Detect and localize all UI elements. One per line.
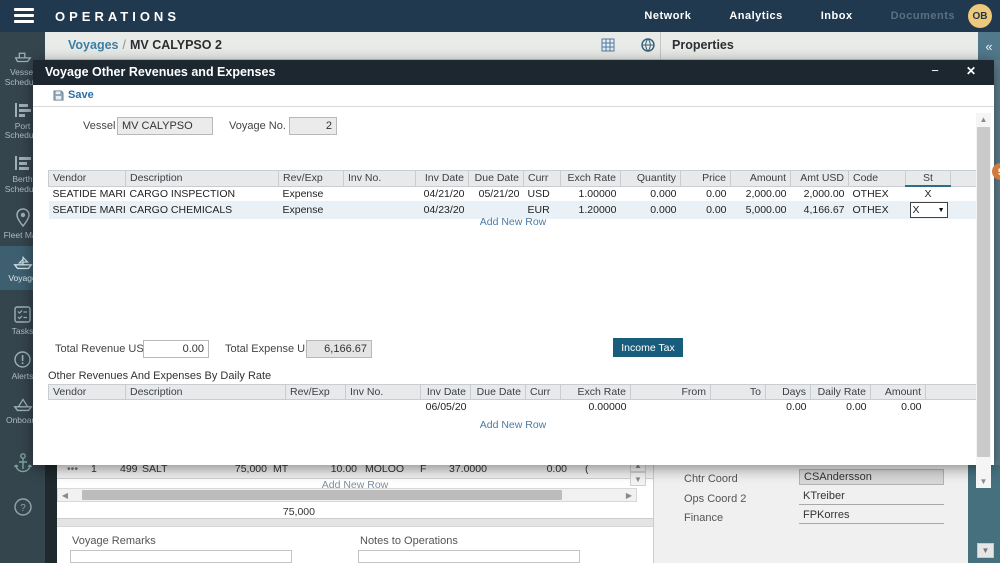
globe-icon[interactable]: [640, 37, 656, 53]
operations-app: OPERATIONS Network Analytics Inbox Docum…: [0, 0, 1000, 563]
income-tax-button[interactable]: Income Tax: [613, 338, 683, 357]
scroll-up-arrow-icon[interactable]: ▲: [976, 113, 991, 126]
table-header-row: Vendor Description Rev/Exp Inv No. Inv D…: [49, 171, 978, 187]
notes-to-operations-field[interactable]: [358, 550, 580, 563]
add-new-row-link[interactable]: Add New Row: [48, 216, 978, 228]
modal-title: Voyage Other Revenues and Expenses: [45, 65, 275, 79]
minimize-icon[interactable]: −: [926, 63, 944, 81]
chtr-coord-field[interactable]: CSAndersson: [799, 469, 944, 485]
collapse-panel-chevron-icon[interactable]: «: [978, 32, 1000, 60]
nav-network[interactable]: Network: [644, 10, 691, 22]
breadcrumb-bar: Voyages/MV CALYPSO 2 Properties «: [45, 32, 1000, 60]
app-title: OPERATIONS: [55, 9, 180, 24]
notes-to-operations-label: Notes to Operations: [360, 535, 458, 547]
chtr-coord-label: Chtr Coord: [684, 473, 738, 485]
panel-divider: [660, 32, 661, 60]
voyage-icon: [12, 253, 34, 271]
daily-add-new-row-link[interactable]: Add New Row: [48, 419, 978, 431]
alerts-icon: [13, 350, 32, 369]
nav-documents: Documents: [891, 10, 955, 22]
svg-text:?: ?: [20, 503, 26, 514]
chevron-down-icon: ▼: [938, 207, 945, 214]
totals-row: Total Revenue USD 0.00 Total Expense USD…: [33, 340, 994, 360]
finance-field[interactable]: FPKorres: [799, 508, 944, 524]
fleet-map-icon: [14, 208, 32, 228]
other-rev-exp-table: Vendor Description Rev/Exp Inv No. Inv D…: [48, 170, 978, 219]
scroll-left-arrow-icon[interactable]: ◀: [58, 489, 72, 501]
modal-toolbar: Save: [33, 85, 994, 107]
tasks-icon: [13, 305, 32, 324]
breadcrumb-separator: /: [119, 38, 130, 52]
content-left-edge: [45, 455, 57, 563]
modal-vscrollbar[interactable]: ▲ ▼: [976, 113, 991, 488]
properties-panel-title: Properties: [672, 38, 734, 52]
scroll-down-arrow-icon[interactable]: ▼: [976, 475, 991, 488]
scroll-right-arrow-icon[interactable]: ▶: [622, 489, 636, 501]
hamburger-menu-icon[interactable]: [14, 8, 34, 24]
finance-label: Finance: [684, 512, 723, 524]
close-icon[interactable]: ✕: [962, 64, 980, 82]
vessel-schedule-icon: [12, 47, 34, 65]
hscroll-thumb[interactable]: [82, 490, 562, 500]
nav-inbox[interactable]: Inbox: [821, 10, 853, 22]
voyage-no-field[interactable]: 2: [289, 117, 337, 135]
breadcrumb-voyages-link[interactable]: Voyages: [68, 38, 119, 52]
vessel-label: Vessel: [83, 120, 115, 132]
voyage-other-revenues-expenses-modal: Voyage Other Revenues and Expenses − ✕ S…: [33, 60, 994, 465]
top-bar: OPERATIONS Network Analytics Inbox Docum…: [0, 0, 1000, 32]
table-row[interactable]: 06/05/20 0.00000 0.00 0.00 0.00: [49, 400, 978, 415]
page-title: MV CALYPSO 2: [130, 38, 222, 52]
total-revenue-label: Total Revenue USD: [55, 343, 152, 355]
nav-analytics[interactable]: Analytics: [729, 10, 782, 22]
top-nav: Network Analytics Inbox Documents: [644, 0, 955, 32]
modal-body: Save Vessel MV CALYPSO Voyage No. 2 Vend…: [33, 85, 994, 465]
ops-coord-2-field[interactable]: KTreiber: [799, 489, 944, 505]
help-icon: ?: [13, 497, 33, 517]
voyage-screen-background: ••• 1 499 SALT 75,000 MT 10.00 MOLOO F 3…: [45, 455, 1000, 563]
cargo-qty-total: 75,000: [245, 506, 315, 518]
table-header-row: Vendor Description Rev/Exp Inv No. Inv D…: [49, 385, 978, 400]
cargo-table-hscrollbar[interactable]: ◀ ▶: [57, 488, 637, 502]
port-schedule-icon: [13, 101, 33, 119]
properties-scroll-down-arrow-icon[interactable]: ▼: [977, 543, 994, 558]
save-button[interactable]: Save: [53, 89, 94, 101]
vessel-field[interactable]: MV CALYPSO: [117, 117, 213, 135]
onboard-icon: [12, 395, 34, 413]
voyage-properties-panel: Chtr Coord CSAndersson Ops Coord 2 KTrei…: [654, 455, 968, 563]
ops-coord-2-label: Ops Coord 2: [684, 493, 746, 505]
sidebar-item-help[interactable]: ?: [0, 490, 45, 523]
vscroll-thumb[interactable]: [977, 127, 990, 457]
user-avatar[interactable]: OB: [968, 4, 992, 28]
modal-titlebar[interactable]: Voyage Other Revenues and Expenses − ✕: [33, 60, 994, 85]
table-row[interactable]: SEATIDE MARITIM CARGO INSPECTION Expense…: [49, 186, 978, 201]
right-panel-edge-upper: [993, 60, 1000, 465]
total-revenue-field[interactable]: 0.00: [143, 340, 209, 358]
section-divider-band: [57, 518, 653, 527]
total-expense-field[interactable]: 6,166.67: [306, 340, 372, 358]
breadcrumb: Voyages/MV CALYPSO 2: [68, 38, 222, 52]
grid-view-icon[interactable]: [600, 37, 616, 53]
anchor-icon: [13, 452, 33, 474]
save-disk-icon: [53, 90, 64, 101]
daily-rate-table: Vendor Description Rev/Exp Inv No. Inv D…: [48, 384, 978, 415]
modal-form-row: Vessel MV CALYPSO Voyage No. 2: [33, 117, 994, 137]
voyage-no-label: Voyage No.: [229, 120, 286, 132]
berth-schedule-icon: [13, 154, 33, 172]
daily-rate-section-label: Other Revenues And Expenses By Daily Rat…: [48, 370, 271, 382]
voyage-remarks-field[interactable]: [70, 550, 292, 563]
voyage-remarks-label: Voyage Remarks: [72, 535, 156, 547]
